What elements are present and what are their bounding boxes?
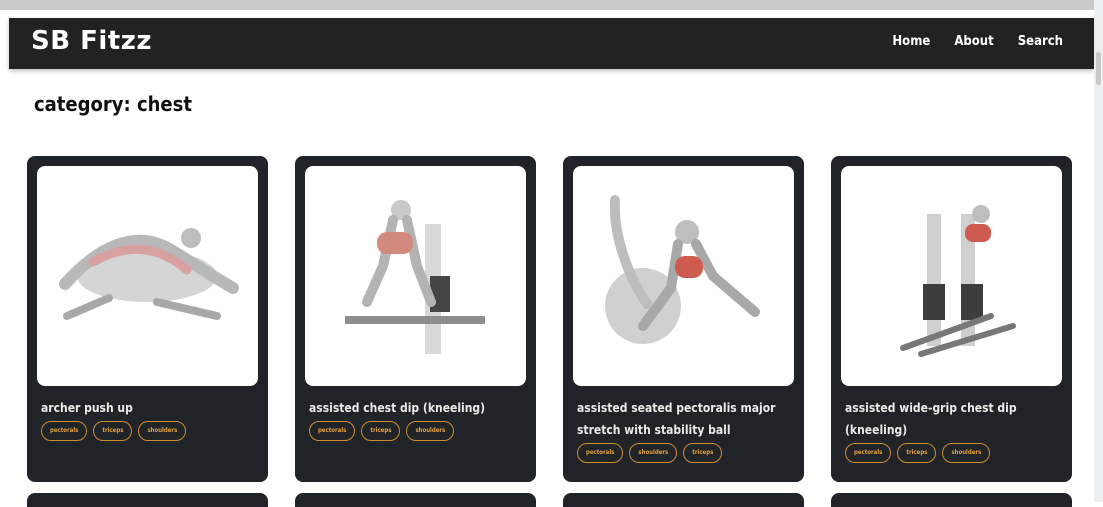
- card-top: [831, 493, 1072, 507]
- exercise-thumbnail[interactable]: [37, 166, 258, 386]
- exercise-title[interactable]: archer push up: [41, 397, 255, 419]
- exercise-grid: archer push up pectorals triceps shoulde…: [27, 156, 1072, 482]
- muscle-tags: pectorals triceps shoulders: [309, 421, 523, 441]
- top-navbar: SB Fitzz Home About Search: [9, 18, 1094, 69]
- exercise-title[interactable]: assisted wide-grip chest dip (kneeling): [845, 397, 1059, 441]
- muscle-tags: pectorals shoulders triceps: [577, 443, 791, 463]
- muscle-tag[interactable]: shoulders: [138, 421, 187, 441]
- muscle-tag[interactable]: pectorals: [309, 421, 356, 441]
- muscle-tags: pectorals triceps shoulders: [845, 443, 1059, 463]
- card-top: [295, 493, 536, 507]
- exercise-card[interactable]: assisted chest dip (kneeling) pectorals …: [295, 156, 536, 482]
- muscle-tag[interactable]: triceps: [361, 421, 401, 441]
- muscle-tag[interactable]: pectorals: [577, 443, 624, 463]
- exercise-title[interactable]: assisted seated pectoralis major stretch…: [577, 397, 791, 441]
- muscle-tag[interactable]: shoulders: [629, 443, 678, 463]
- exercise-title[interactable]: assisted chest dip (kneeling): [309, 397, 523, 419]
- exercise-title-block: assisted chest dip (kneeling) pectorals …: [309, 397, 523, 441]
- brand-logo[interactable]: SB Fitzz: [31, 26, 152, 56]
- muscle-tag[interactable]: shoulders: [942, 443, 991, 463]
- archer-push-up-illustration: [59, 228, 239, 320]
- exercise-card[interactable]: assisted wide-grip chest dip (kneeling) …: [831, 156, 1072, 482]
- heading-label: category:: [34, 92, 131, 116]
- heading-value: chest: [136, 92, 192, 116]
- card-top: [27, 493, 268, 507]
- exercise-card[interactable]: assisted seated pectoralis major stretch…: [563, 156, 804, 482]
- page-heading: category: chest: [34, 92, 192, 116]
- exercise-title-block: archer push up pectorals triceps shoulde…: [41, 397, 255, 441]
- exercise-thumbnail[interactable]: [573, 166, 794, 386]
- pectoralis-stretch-illustration: [605, 195, 760, 344]
- muscle-tags: pectorals triceps shoulders: [41, 421, 255, 441]
- scrollbar-thumb[interactable]: [1096, 52, 1101, 85]
- assisted-chest-dip-illustration: [345, 200, 485, 354]
- exercise-card[interactable]: archer push up pectorals triceps shoulde…: [27, 156, 268, 482]
- muscle-tag[interactable]: shoulders: [406, 421, 455, 441]
- exercise-title-block: assisted wide-grip chest dip (kneeling) …: [845, 397, 1059, 463]
- nav-search-link[interactable]: Search: [1018, 34, 1063, 49]
- exercise-title-block: assisted seated pectoralis major stretch…: [577, 397, 791, 463]
- wide-grip-dip-illustration: [900, 205, 1016, 357]
- browser-top-strip: [0, 0, 1103, 10]
- muscle-tag[interactable]: pectorals: [41, 421, 88, 441]
- muscle-tag[interactable]: triceps: [93, 421, 133, 441]
- card-top: [563, 493, 804, 507]
- exercise-thumbnail[interactable]: [305, 166, 526, 386]
- muscle-tag[interactable]: pectorals: [845, 443, 892, 463]
- next-row-card-tops: [27, 493, 1072, 507]
- exercise-thumbnail[interactable]: [841, 166, 1062, 386]
- nav-home-link[interactable]: Home: [892, 34, 930, 49]
- muscle-tag[interactable]: triceps: [897, 443, 937, 463]
- nav-links: Home About Search: [892, 34, 1063, 49]
- muscle-tag[interactable]: triceps: [683, 443, 723, 463]
- nav-about-link[interactable]: About: [954, 34, 993, 49]
